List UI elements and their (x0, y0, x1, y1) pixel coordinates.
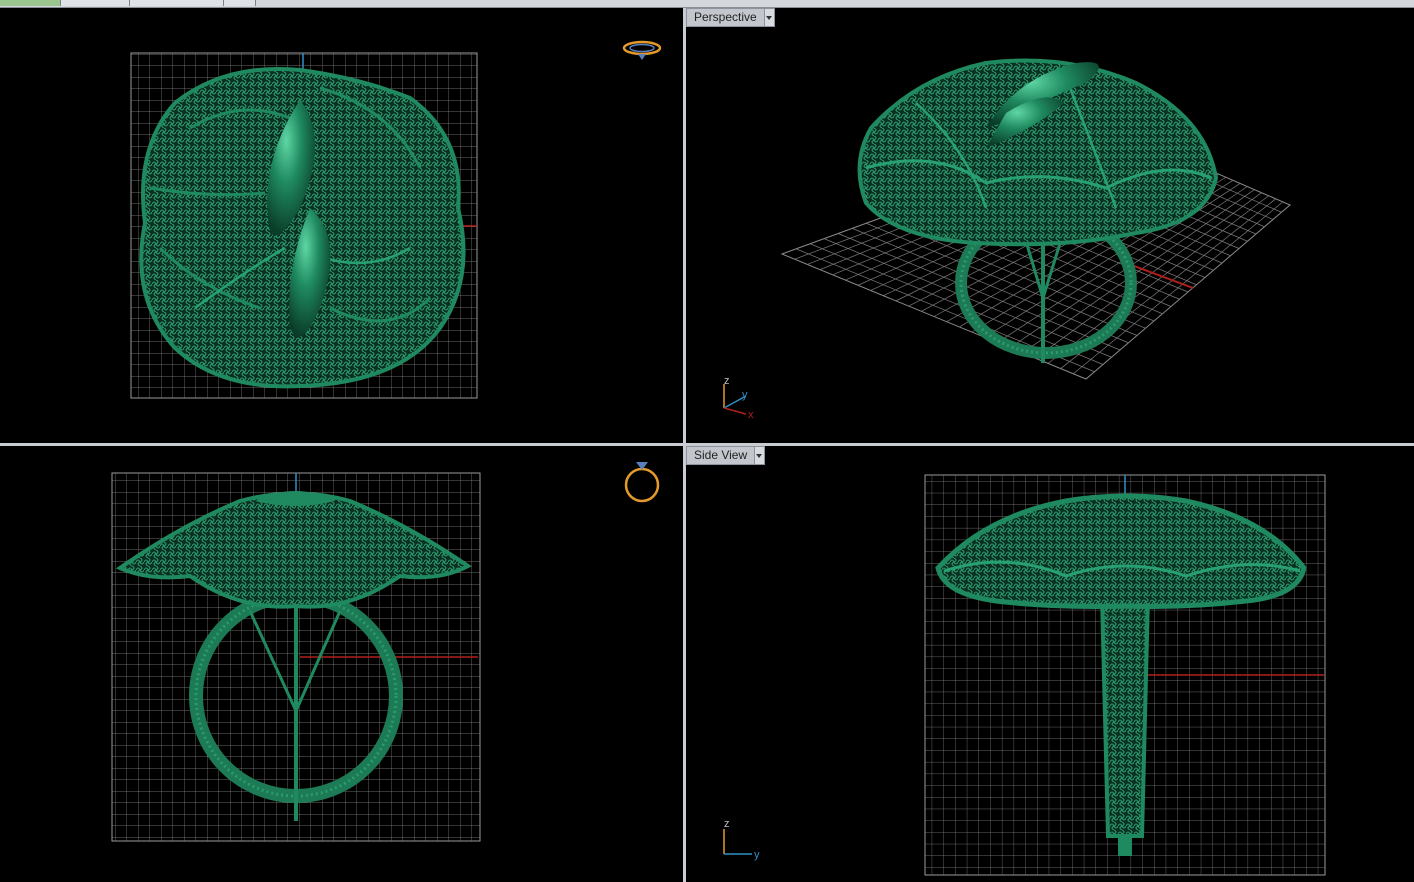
axis-triad: z y x (723, 375, 754, 421)
tab-1[interactable] (0, 0, 61, 6)
axis-x-label: x (748, 409, 754, 421)
viewport-front[interactable] (0, 446, 683, 882)
axis-z-label: z (724, 818, 730, 830)
tab-4[interactable] (224, 0, 256, 6)
tab-2[interactable] (61, 0, 130, 6)
axis-y-label: y (742, 389, 748, 401)
tab-3[interactable] (130, 0, 224, 6)
viewport-perspective[interactable]: Perspective z y x (686, 8, 1414, 443)
axis-triad: z y (723, 818, 760, 861)
axis-z-label: z (724, 375, 730, 387)
ring-front-view-icon[interactable] (0, 446, 683, 882)
ring-top-view-icon[interactable] (0, 8, 683, 443)
viewport-side[interactable]: Side View z y (686, 446, 1414, 882)
viewport-top[interactable] (0, 8, 683, 443)
viewport-splitter-horizontal[interactable] (0, 443, 1414, 446)
axis-y-label: y (754, 849, 760, 861)
tab-strip (0, 0, 1414, 8)
